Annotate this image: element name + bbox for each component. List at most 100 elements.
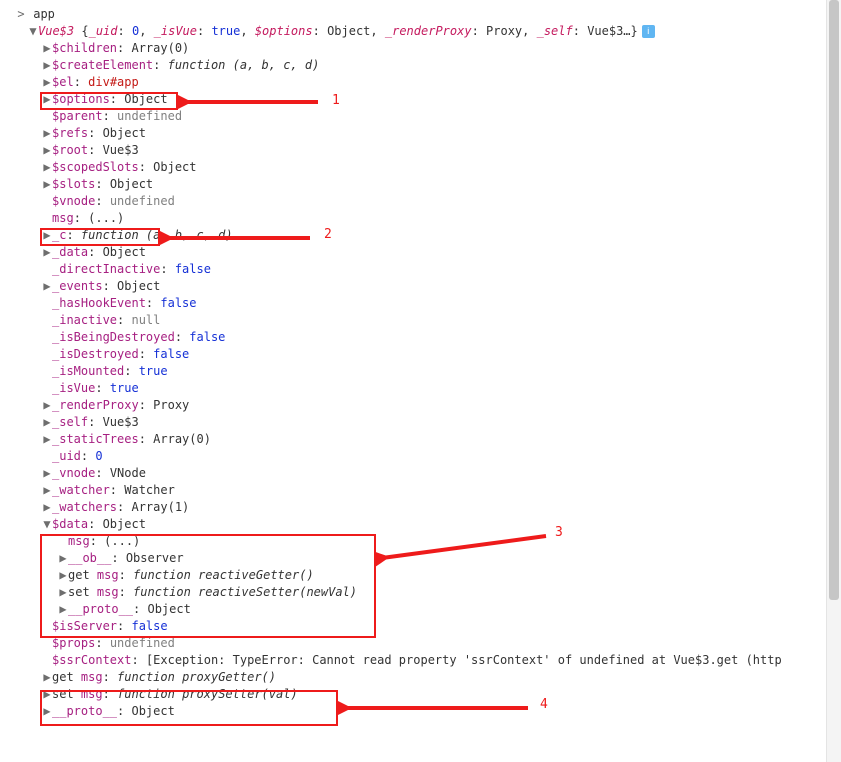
tree-row[interactable]: ▶_uid: 0	[6, 448, 837, 465]
property-key: $createElement	[52, 58, 153, 72]
tree-row-vue[interactable]: ▼Vue$3 {_uid: 0, _isVue: true, $options:…	[6, 23, 837, 40]
tree-row[interactable]: ▶$children: Array(0)	[6, 40, 837, 57]
tree-row[interactable]: ▶$createElement: function (a, b, c, d)	[6, 57, 837, 74]
tree-row[interactable]: ▶_events: Object	[6, 278, 837, 295]
tree-row[interactable]: ▶_self: Vue$3	[6, 414, 837, 431]
property-value: div#app	[88, 75, 139, 89]
tree-row[interactable]: ▶_directInactive: false	[6, 261, 837, 278]
property-value: false	[160, 296, 196, 310]
property-key: msg	[68, 534, 90, 548]
chevron-right-icon: ▶	[42, 176, 52, 193]
tree-row[interactable]: ▶$props: undefined	[6, 635, 837, 652]
property-key: _isVue	[52, 381, 95, 395]
tree-row[interactable]: ▶$el: div#app	[6, 74, 837, 91]
tree-row[interactable]: ▶msg: (...)	[6, 533, 837, 550]
tree-row[interactable]: ▶__ob__: Observer	[6, 550, 837, 567]
tree-row[interactable]: ▶_vnode: VNode	[6, 465, 837, 482]
property-key: _watchers	[52, 500, 117, 514]
property-key: _directInactive	[52, 262, 160, 276]
property-value: Object	[131, 704, 174, 718]
tree-row[interactable]: ▶$parent: undefined	[6, 108, 837, 125]
property-value: Object	[117, 279, 160, 293]
chevron-right-icon: ▶	[42, 142, 52, 159]
tree-row[interactable]: ▶_isMounted: true	[6, 363, 837, 380]
tree-row[interactable]: ▶_c: function (a, b, c, d)	[6, 227, 837, 244]
root-label: app	[33, 7, 55, 21]
property-key: $slots	[52, 177, 95, 191]
property-value: function proxySetter(val)	[117, 687, 298, 701]
property-value: false	[189, 330, 225, 344]
tree-row[interactable]: ▶_data: Object	[6, 244, 837, 261]
tree-row[interactable]: ▶$ssrContext: [Exception: TypeError: Can…	[6, 652, 837, 669]
vertical-scrollbar[interactable]	[826, 0, 841, 762]
property-key: __ob__	[68, 551, 111, 565]
chevron-right-icon: ▶	[42, 465, 52, 482]
property-key: _hasHookEvent	[52, 296, 146, 310]
chevron-right-icon: ▶	[58, 601, 68, 618]
tree-row[interactable]: ▶get msg: function reactiveGetter()	[6, 567, 837, 584]
tree-row[interactable]: ▶_renderProxy: Proxy	[6, 397, 837, 414]
tree-row[interactable]: ▶$refs: Object	[6, 125, 837, 142]
tree-row[interactable]: ▶$vnode: undefined	[6, 193, 837, 210]
chevron-right-icon: ▼	[42, 516, 52, 533]
property-key: _isBeingDestroyed	[52, 330, 175, 344]
property-value: Observer	[126, 551, 184, 565]
property-key: _uid	[52, 449, 81, 463]
tree-row[interactable]: ▶$options: Object	[6, 91, 837, 108]
chevron-right-icon: ▶	[42, 278, 52, 295]
tree-row-data[interactable]: ▼$data: Object	[6, 516, 837, 533]
tree-row[interactable]: ▶__proto__: Object	[6, 703, 837, 720]
tree-row[interactable]: ▶get msg: function proxyGetter()	[6, 669, 837, 686]
tree-row[interactable]: ▶_inactive: null	[6, 312, 837, 329]
tree-row[interactable]: ▶__proto__: Object	[6, 601, 837, 618]
property-key: _watcher	[52, 483, 110, 497]
tree-row[interactable]: ▶set msg: function reactiveSetter(newVal…	[6, 584, 837, 601]
annotation-label-1: 1	[332, 93, 340, 108]
chevron-right-icon: ▶	[58, 550, 68, 567]
property-key: _isDestroyed	[52, 347, 139, 361]
tree-row[interactable]: ▶$slots: Object	[6, 176, 837, 193]
info-icon[interactable]: i	[642, 25, 655, 38]
property-value: [Exception: TypeError: Cannot read prope…	[146, 653, 782, 667]
property-key: msg	[97, 585, 119, 599]
annotation-label-2: 2	[324, 227, 332, 242]
tree-row[interactable]: ▶_isDestroyed: false	[6, 346, 837, 363]
property-value: (...)	[104, 534, 140, 548]
chevron-right-icon: >	[16, 6, 26, 23]
property-value: Object	[147, 602, 190, 616]
chevron-right-icon: ▶	[58, 567, 68, 584]
chevron-right-icon: ▶	[42, 397, 52, 414]
tree-row[interactable]: ▶_staticTrees: Array(0)	[6, 431, 837, 448]
tree-row[interactable]: ▶_watchers: Array(1)	[6, 499, 837, 516]
property-key: __proto__	[68, 602, 133, 616]
tree-row[interactable]: ▶$isServer: false	[6, 618, 837, 635]
tree-row[interactable]: ▶_isBeingDestroyed: false	[6, 329, 837, 346]
tree-row-root[interactable]: > app	[6, 6, 837, 23]
property-key: $props	[52, 636, 95, 650]
property-key: $parent	[52, 109, 103, 123]
scrollbar-thumb[interactable]	[829, 0, 839, 600]
property-value: Object	[124, 92, 167, 106]
property-key: _data	[52, 245, 88, 259]
property-key: __proto__	[52, 704, 117, 718]
chevron-right-icon: ▶	[42, 159, 52, 176]
tree-row[interactable]: ▶$root: Vue$3	[6, 142, 837, 159]
chevron-right-icon: ▶	[42, 499, 52, 516]
chevron-right-icon: ▶	[42, 40, 52, 57]
tree-row[interactable]: ▶set msg: function proxySetter(val)	[6, 686, 837, 703]
property-key: _events	[52, 279, 103, 293]
tree-row[interactable]: ▶$scopedSlots: Object	[6, 159, 837, 176]
property-key: $vnode	[52, 194, 95, 208]
property-key: _c	[52, 228, 66, 242]
chevron-down-icon: ▼	[28, 23, 38, 40]
property-key: _inactive	[52, 313, 117, 327]
chevron-right-icon: ▶	[42, 482, 52, 499]
property-value: Object	[103, 517, 146, 531]
property-value: Array(0)	[131, 41, 189, 55]
tree-row[interactable]: ▶_watcher: Watcher	[6, 482, 837, 499]
tree-row[interactable]: ▶_isVue: true	[6, 380, 837, 397]
property-value: true	[139, 364, 168, 378]
tree-row[interactable]: ▶msg: (...)	[6, 210, 837, 227]
tree-row[interactable]: ▶_hasHookEvent: false	[6, 295, 837, 312]
property-value: function (a, b, c, d)	[168, 58, 320, 72]
